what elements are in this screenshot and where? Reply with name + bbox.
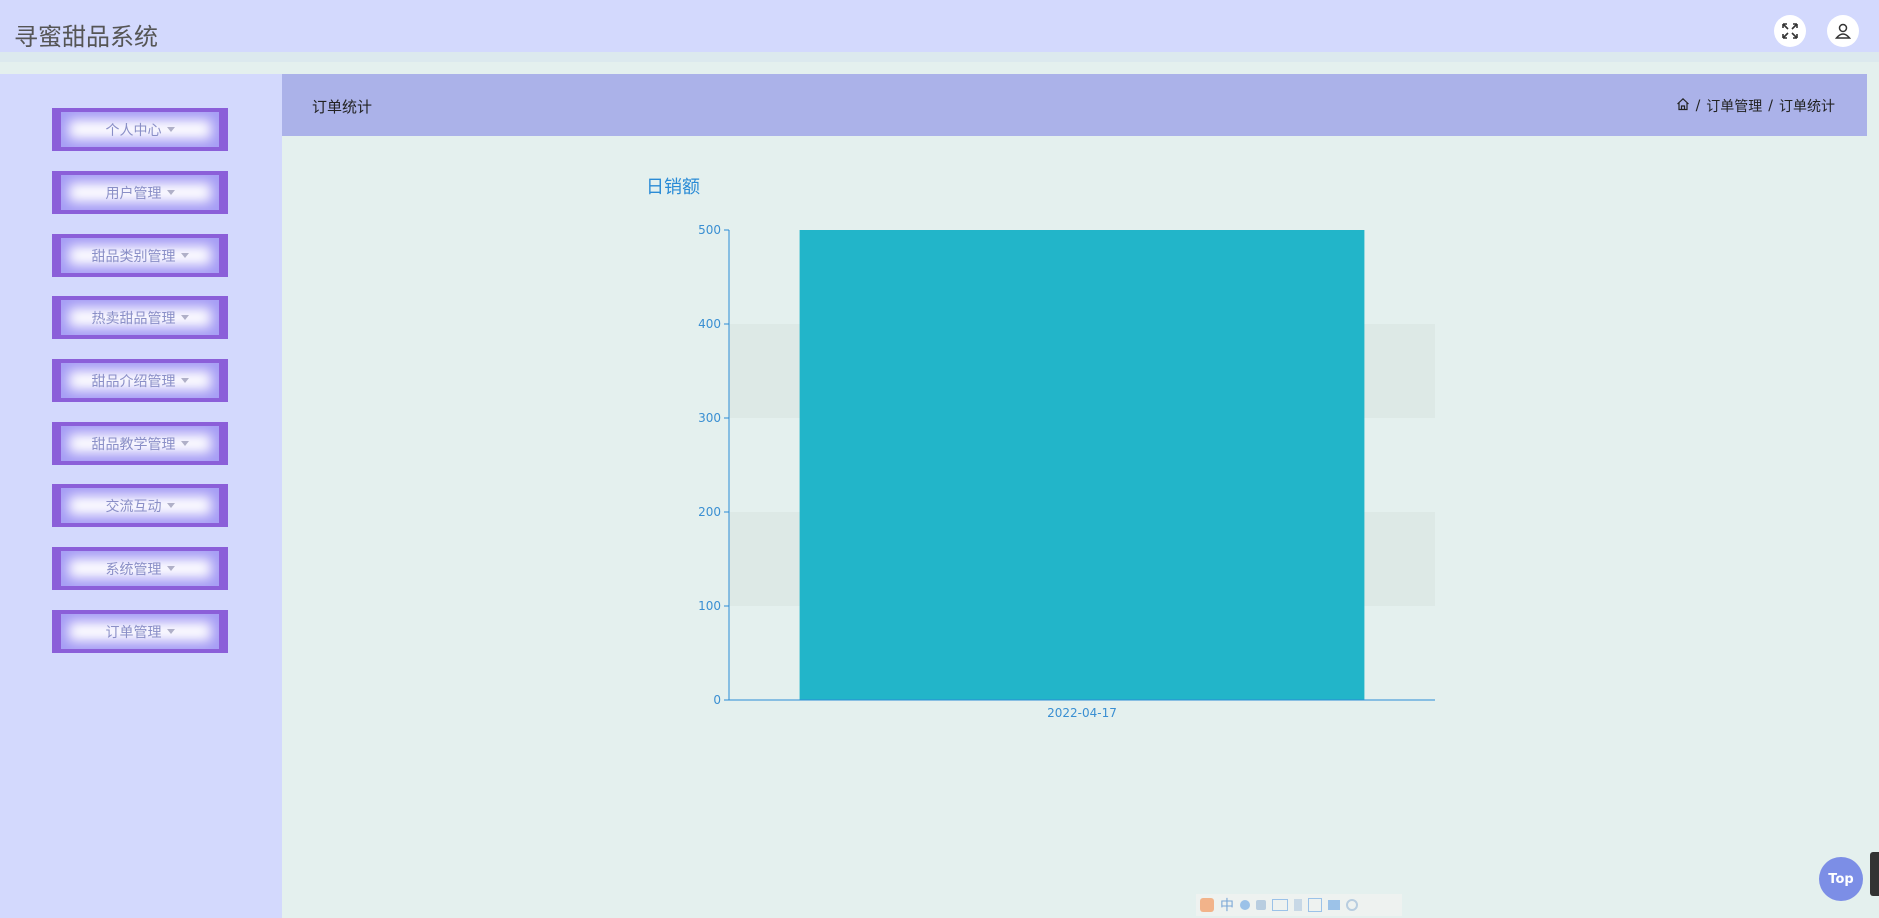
y-tick-label: 0 xyxy=(713,693,721,707)
y-tick-label: 100 xyxy=(698,599,721,613)
x-tick-label: 2022-04-17 xyxy=(1047,706,1117,720)
grid-icon xyxy=(1308,898,1322,912)
keyboard-icon xyxy=(1272,899,1288,911)
edge-handle xyxy=(1870,852,1879,896)
ime-toolbar: 中 xyxy=(1196,894,1402,916)
moon-icon xyxy=(1240,900,1250,910)
bar xyxy=(799,230,1365,700)
person-icon xyxy=(1294,899,1302,911)
shirt-icon xyxy=(1328,900,1340,910)
ime-mode-label: 中 xyxy=(1220,898,1234,914)
back-to-top-button[interactable]: Top xyxy=(1819,857,1863,901)
y-tick-label: 200 xyxy=(698,505,721,519)
y-tick-label: 500 xyxy=(698,223,721,237)
gear-icon xyxy=(1346,899,1358,911)
y-tick-label: 400 xyxy=(698,317,721,331)
y-tick-label: 300 xyxy=(698,411,721,425)
bar-chart: 0 100 200 300 400 500 2022-04-17 xyxy=(698,223,1435,720)
dots-icon xyxy=(1256,900,1266,910)
ime-logo-icon xyxy=(1200,898,1214,912)
